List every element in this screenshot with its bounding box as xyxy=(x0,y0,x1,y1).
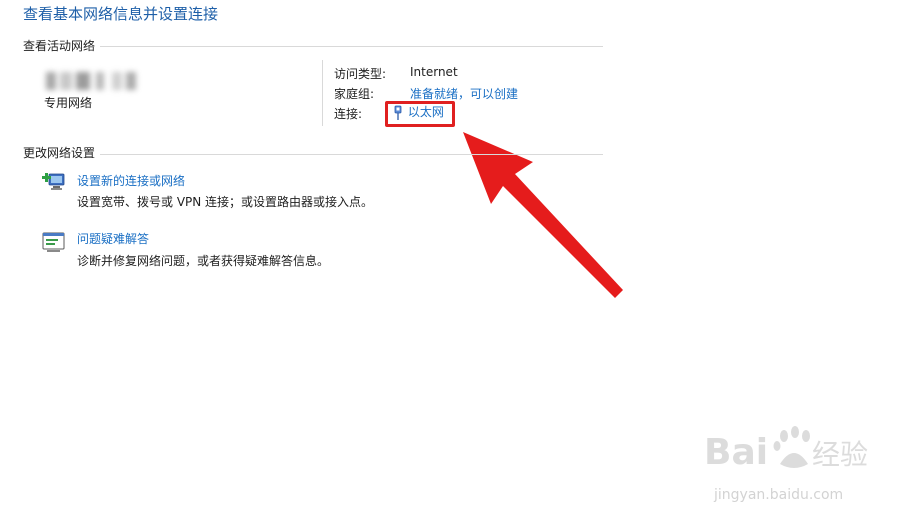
baidu-watermark: Bai 经验 xyxy=(704,424,872,487)
network-type-label: 专用网络 xyxy=(44,96,93,110)
troubleshoot-description: 诊断并修复网络问题，或者获得疑难解答信息。 xyxy=(77,254,330,268)
access-type-value: Internet xyxy=(410,65,458,79)
troubleshoot-icon xyxy=(42,232,65,252)
change-settings-heading: 更改网络设置 xyxy=(23,146,96,160)
svg-text:经验: 经验 xyxy=(812,438,868,471)
network-name-blurred xyxy=(46,72,136,90)
new-connection-icon xyxy=(42,173,65,190)
homegroup-link[interactable]: 准备就绪，可以创建 xyxy=(410,85,518,102)
change-settings-divider xyxy=(100,154,603,155)
access-type-label: 访问类型: xyxy=(334,67,387,81)
setup-connection-description: 设置宽带、拨号或 VPN 连接；或设置路由器或接入点。 xyxy=(77,195,374,209)
troubleshoot-link[interactable]: 问题疑难解答 xyxy=(77,230,149,247)
vertical-divider xyxy=(322,60,323,126)
page-title: 查看基本网络信息并设置连接 xyxy=(23,5,219,23)
svg-text:Bai: Bai xyxy=(704,432,768,473)
highlight-box xyxy=(385,101,455,127)
active-networks-divider xyxy=(100,46,603,47)
setup-connection-link[interactable]: 设置新的连接或网络 xyxy=(77,172,185,189)
baidu-logo-icon: Bai 经验 xyxy=(704,426,868,473)
connections-label: 连接: xyxy=(334,107,363,121)
homegroup-label: 家庭组: xyxy=(334,87,375,101)
watermark-url: jingyan.baidu.com xyxy=(714,487,844,503)
active-networks-heading: 查看活动网络 xyxy=(23,39,96,53)
